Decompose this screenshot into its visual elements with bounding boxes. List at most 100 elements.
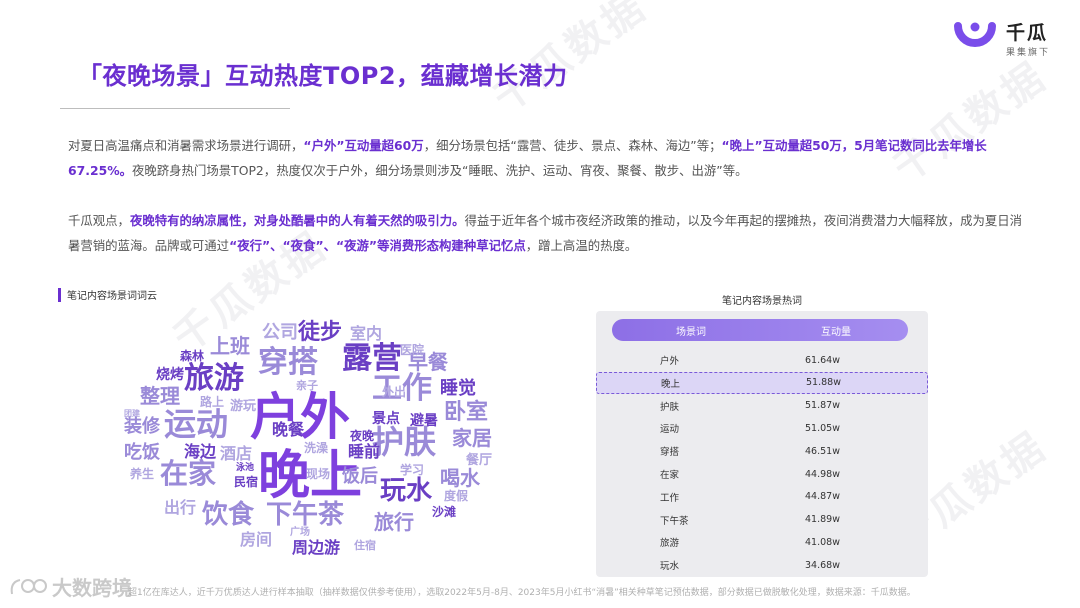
wordcloud-word: 洗澡 [304,441,329,455]
wordcloud-word: 医院 [400,343,425,357]
table-row: 运动 51.05w [596,417,928,439]
wordcloud-word: 森林 [180,349,205,363]
wordcloud-word: 饭后 [342,466,378,487]
interaction-value-cell: 41.08w [805,536,840,548]
table-row: 护肤 51.87w [596,395,928,417]
data-source-footnote: 超1亿在库达人，近千万优质达人进行样本抽取（抽样数据仅供参考使用），选取2022… [128,588,916,598]
scene-word-cell: 晚上 [661,378,681,390]
wordcloud-word: 团建 [124,409,140,418]
wordcloud-word: 房间 [240,530,273,549]
wordcloud-word: 沙滩 [432,505,457,519]
corner-text: 大数跨境 [52,576,132,600]
wordcloud-word: 护肤 [372,423,437,461]
wordcloud-word: 现场 [306,467,331,481]
wordcloud-word: 徒步 [298,320,343,345]
wordcloud-word: 酒店 [220,444,253,463]
interaction-value-cell: 44.87w [805,491,840,503]
table-row: 在家 44.98w [596,463,928,485]
scene-word-cell: 玩水 [660,561,680,573]
table-row: 穿搭 46.51w [596,440,928,462]
title-divider [60,108,290,109]
wordcloud-word: 亲子 [296,379,318,392]
table-row-highlighted: 晚上 51.88w [596,371,928,394]
highlight-text: 夜晚特有的纳凉属性，对身处酷暑中的人有着天然的吸引力。 [129,213,465,228]
scene-word-cell: 运动 [660,424,680,436]
wordcloud-word: 在家 [160,457,217,490]
interaction-value-cell: 41.89w [805,514,840,526]
wordcloud-word: 避暑 [410,413,438,429]
interaction-value-cell: 61.64w [805,354,840,366]
scene-word-cell: 下午茶 [660,515,689,527]
wordcloud-word: 露营 [342,341,402,376]
highlight-text: “户外”互动量超60万 [303,138,424,153]
table-row: 工作 44.87w [596,486,928,508]
wordcloud-word: 路上 [200,395,225,409]
column-header: 场景词 [676,326,706,338]
wordcloud-word: 穿搭 [258,345,318,380]
wordcloud-word: 饮食 [202,500,255,530]
wordcloud-word: 玩水 [380,476,433,506]
wordcloud-word: 整理 [140,384,180,408]
corner-logo-icon [10,578,47,594]
brand-logo: 千瓜 果集旗下 [952,18,1050,58]
logo-name: 千瓜 [1005,22,1048,44]
interaction-value-cell: 46.51w [805,445,840,457]
table-row: 户外 61.64w [596,349,928,371]
wordcloud-word: 旅行 [374,510,414,534]
text: ，细分场景包括“露营、徒步、景点、森林、海边”等； [423,138,722,153]
qiangua-logo-icon [953,22,996,47]
wordcloud-word: 家居 [452,426,492,450]
text: ，蹭上高温的热度。 [525,238,638,253]
wordcloud-word: 旅游 [184,361,244,396]
table-row: 下午茶 41.89w [596,509,928,531]
scene-word-cell: 护肤 [660,401,680,413]
wordcloud: 户外 晚上 露营 穿搭 旅游 工作 护肤 运动 在家 下午茶 饮食 玩水 旅行 卧室 家居 徒步 公司 上班 早餐睡… [110,318,510,568]
wordcloud-word: 餐厅 [466,453,493,468]
wordcloud-word: 游玩 [230,399,257,414]
wordcloud-word: 喝水 [440,466,480,490]
scene-word-cell: 旅游 [660,538,680,550]
wordcloud-word: 卧室 [444,400,489,425]
interaction-value-cell: 51.87w [805,400,840,412]
highlight-text: “夜行”、“夜食”、“夜游”等消费形态构建种草记忆点 [229,238,526,253]
scene-word-cell: 工作 [660,492,680,504]
label-accent-bar [58,287,61,302]
wordcloud-word: 晚餐 [272,420,305,439]
wordcloud-word: 泳池 [236,463,255,473]
scene-hotword-table: 场景词 互动量 户外 61.64w 晚上 51.88w 护肤 51.87w 运动 51.05w… [596,311,928,577]
table-caption: 笔记内容场景热词 [722,296,802,307]
wordcloud-word: 上班 [210,334,250,358]
paragraph-summary: 对夏日高温痛点和消暑需求场景进行调研，“户外”互动量超60万，细分场景包括“露营… [68,133,1028,183]
interaction-value-cell: 44.98w [805,468,840,480]
wordcloud-word: 夜晚 [350,429,375,443]
interaction-value-cell: 34.68w [805,559,840,571]
text: 夜晚跻身热门场景TOP2，热度仅次于户外，细分场景则涉及“睡眠、洗护、运动、宵夜… [132,163,748,178]
table-row: 玩水 34.68w [596,554,928,576]
page-title: 「夜晚场景」互动热度TOP2，蕴藏增长潜力 [78,62,568,90]
wordcloud-word: 海边 [184,442,217,461]
wordcloud-title: 笔记内容场景词词云 [67,291,157,302]
wordcloud-word: 广场 [290,527,310,538]
wordcloud-word: 住宿 [354,539,376,552]
wordcloud-word: 景点 [372,411,400,427]
scene-word-cell: 在家 [660,470,680,481]
wordcloud-word: 室内 [350,324,383,343]
wordcloud-word: 吃饭 [124,442,160,463]
column-header: 互动量 [821,326,851,338]
wordcloud-word: 民宿 [234,475,259,489]
corner-watermark: 大数跨境 [8,572,132,601]
wordcloud-word: 度假 [444,489,469,503]
interaction-value-cell: 51.88w [806,377,841,389]
wordcloud-word: 周边游 [292,538,341,557]
paragraph-insight: 千瓜观点，夜晚特有的纳凉属性，对身处酷暑中的人有着天然的吸引力。得益于近年各个城… [68,208,1028,258]
text: 千瓜观点， [68,213,130,228]
wordcloud-word: 养生 [130,467,155,481]
text: 对夏日高温痛点和消暑需求场景进行调研， [68,138,304,153]
table-row: 旅游 41.08w [596,531,928,553]
wordcloud-word: 学习 [400,463,425,477]
scene-word-cell: 穿搭 [660,447,680,459]
wordcloud-word: 睡觉 [440,378,476,399]
wordcloud-word: 睡前 [348,442,381,461]
table-header: 场景词 互动量 [612,319,908,341]
scene-word-cell: 户外 [660,356,680,367]
